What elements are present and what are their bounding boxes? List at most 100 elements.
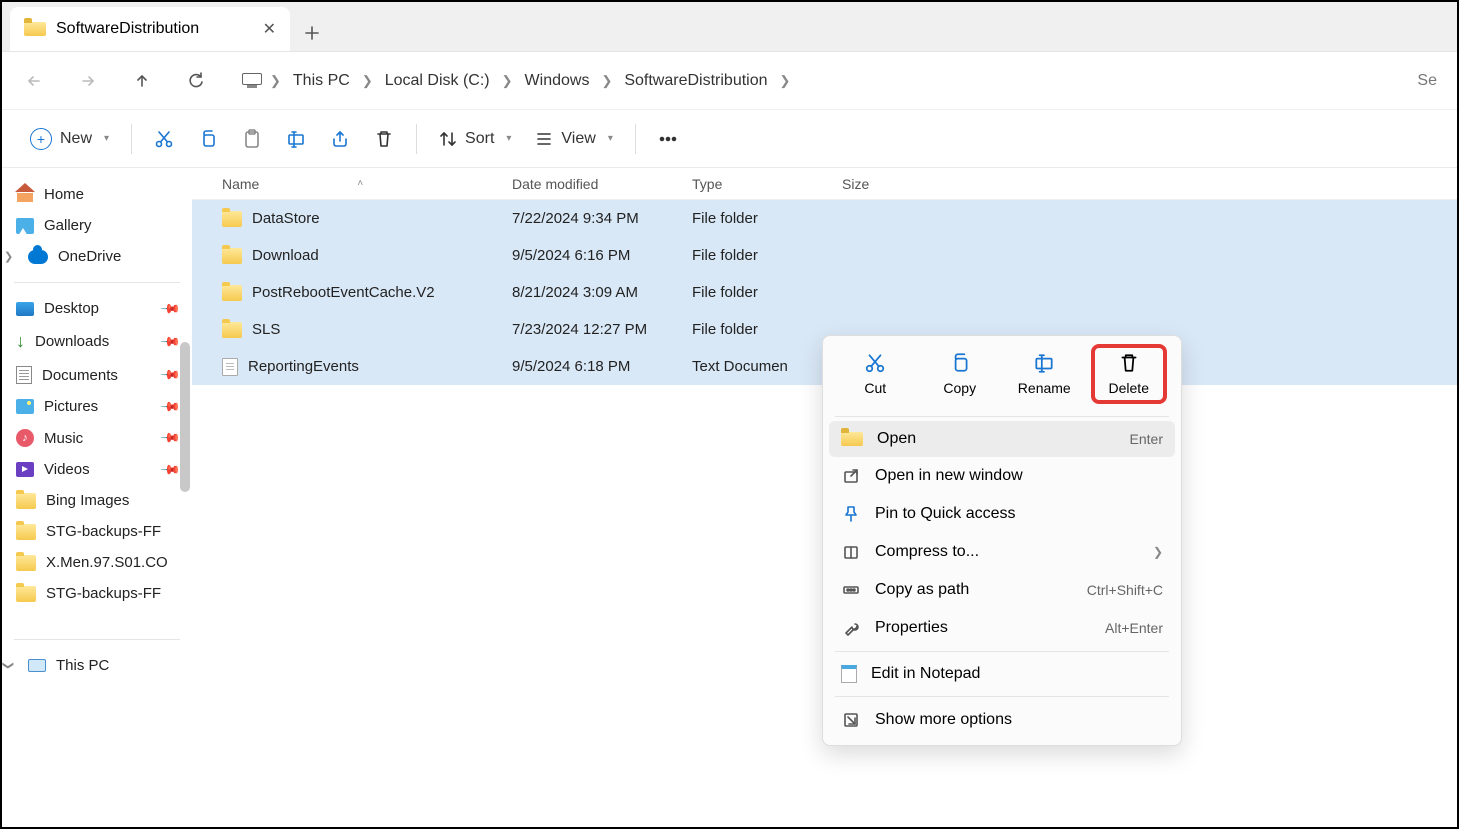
divider <box>14 282 180 283</box>
folder-open-icon <box>24 22 46 36</box>
sidebar-stg-backups-1[interactable]: STG-backups-FF <box>8 516 186 547</box>
forward-button[interactable] <box>72 65 104 97</box>
paste-button[interactable] <box>230 121 274 157</box>
sidebar-videos[interactable]: Videos📌 <box>8 454 186 485</box>
sidebar-onedrive[interactable]: ❯OneDrive <box>8 241 186 272</box>
separator <box>635 124 636 154</box>
chevron-right-icon[interactable]: ❯ <box>601 73 612 89</box>
file-name: ReportingEvents <box>248 358 359 375</box>
up-button[interactable] <box>126 65 158 97</box>
new-window-icon <box>841 466 861 486</box>
sidebar-music[interactable]: ♪Music📌 <box>8 422 186 454</box>
context-cut[interactable]: Cut <box>839 346 911 402</box>
header-name[interactable]: Name˄ <box>192 176 512 192</box>
sidebar-desktop[interactable]: Desktop📌 <box>8 293 186 324</box>
sidebar-xmen[interactable]: X.Men.97.S01.CO <box>8 547 186 578</box>
context-actions-row: Cut Copy Rename Delete <box>829 342 1175 412</box>
file-row[interactable]: DataStore7/22/2024 9:34 PMFile folder <box>192 200 1457 237</box>
cloud-icon <box>28 250 48 264</box>
context-delete[interactable]: Delete <box>1093 346 1165 402</box>
column-headers: Name˄ Date modified Type Size <box>192 168 1457 200</box>
close-tab-icon[interactable]: ✕ <box>263 19 276 39</box>
context-menu: Cut Copy Rename Delete OpenEnter Open in… <box>822 335 1182 746</box>
sort-asc-icon: ˄ <box>357 178 363 189</box>
file-row[interactable]: Download9/5/2024 6:16 PMFile folder <box>192 237 1457 274</box>
delete-button[interactable] <box>362 121 406 157</box>
chevron-right-icon[interactable]: ❯ <box>502 73 513 89</box>
context-rename[interactable]: Rename <box>1008 346 1080 402</box>
scrollbar[interactable] <box>180 342 190 492</box>
context-copy-path[interactable]: Copy as pathCtrl+Shift+C <box>829 571 1175 609</box>
file-name: SLS <box>252 321 280 338</box>
header-size[interactable]: Size <box>842 176 942 192</box>
pin-icon: 📌 <box>159 297 182 320</box>
crumb-this-pc[interactable]: This PC <box>289 70 354 92</box>
music-icon: ♪ <box>16 429 34 447</box>
share-button[interactable] <box>318 121 362 157</box>
file-date: 9/5/2024 6:18 PM <box>512 358 692 375</box>
search-input[interactable]: Se <box>1417 72 1441 90</box>
file-row[interactable]: PostRebootEventCache.V28/21/2024 3:09 AM… <box>192 274 1457 311</box>
context-pin-quick-access[interactable]: Pin to Quick access <box>829 495 1175 533</box>
file-name: DataStore <box>252 210 320 227</box>
chevron-down-icon[interactable]: ❯ <box>2 661 15 670</box>
new-tab-button[interactable] <box>294 15 330 51</box>
more-button[interactable] <box>646 121 690 157</box>
rename-button[interactable] <box>274 121 318 157</box>
content-area: Home Gallery ❯OneDrive Desktop📌 ↓Downloa… <box>2 168 1457 827</box>
file-type: File folder <box>692 284 842 301</box>
sidebar-home[interactable]: Home <box>8 178 186 210</box>
pc-icon[interactable] <box>242 73 262 88</box>
sidebar-stg-backups-2[interactable]: STG-backups-FF <box>8 578 186 609</box>
file-type: File folder <box>692 210 842 227</box>
file-date: 7/23/2024 12:27 PM <box>512 321 692 338</box>
chevron-right-icon[interactable]: ❯ <box>780 73 791 89</box>
gallery-icon <box>16 218 34 234</box>
cut-button[interactable] <box>142 121 186 157</box>
video-icon <box>16 462 34 477</box>
home-icon <box>16 185 34 203</box>
context-show-more[interactable]: Show more options <box>829 701 1175 739</box>
divider <box>14 639 180 640</box>
context-compress[interactable]: Compress to...❯ <box>829 533 1175 571</box>
context-copy[interactable]: Copy <box>924 346 996 402</box>
compress-icon <box>841 542 861 562</box>
sort-button[interactable]: Sort▾ <box>427 121 523 157</box>
document-icon <box>16 366 32 384</box>
sidebar-pictures[interactable]: Pictures📌 <box>8 391 186 422</box>
nav-bar: ❯ This PC ❯ Local Disk (C:) ❯ Windows ❯ … <box>2 52 1457 110</box>
folder-icon <box>222 248 242 264</box>
sidebar-documents[interactable]: Documents📌 <box>8 359 186 391</box>
context-edit-notepad[interactable]: Edit in Notepad <box>829 656 1175 692</box>
chevron-right-icon[interactable]: ❯ <box>270 73 281 89</box>
crumb-software-distribution[interactable]: SoftwareDistribution <box>620 70 771 92</box>
back-button[interactable] <box>18 65 50 97</box>
sidebar-gallery[interactable]: Gallery <box>8 210 186 241</box>
file-name: PostRebootEventCache.V2 <box>252 284 435 301</box>
sidebar-bing-images[interactable]: Bing Images <box>8 485 186 516</box>
tab-active[interactable]: SoftwareDistribution ✕ <box>10 7 290 51</box>
sidebar-this-pc[interactable]: ❯This PC <box>8 650 186 681</box>
pin-icon: 📌 <box>159 330 182 353</box>
header-type[interactable]: Type <box>692 176 842 192</box>
refresh-button[interactable] <box>180 65 212 97</box>
view-button[interactable]: View▾ <box>523 121 624 157</box>
plus-circle-icon: + <box>30 128 52 150</box>
folder-open-icon <box>841 432 863 446</box>
sidebar-downloads[interactable]: ↓Downloads📌 <box>8 324 186 359</box>
pin-icon <box>841 504 861 524</box>
file-type: Text Documen <box>692 358 842 375</box>
context-open-new-window[interactable]: Open in new window <box>829 457 1175 495</box>
chevron-right-icon[interactable]: ❯ <box>4 250 13 263</box>
copy-button[interactable] <box>186 121 230 157</box>
chevron-right-icon[interactable]: ❯ <box>362 73 373 89</box>
context-properties[interactable]: PropertiesAlt+Enter <box>829 609 1175 647</box>
new-button[interactable]: +New▾ <box>18 121 121 157</box>
crumb-windows[interactable]: Windows <box>521 70 594 92</box>
context-open[interactable]: OpenEnter <box>829 421 1175 457</box>
menu-separator <box>835 696 1169 697</box>
crumb-local-disk[interactable]: Local Disk (C:) <box>381 70 494 92</box>
pc-icon <box>28 659 46 672</box>
header-date[interactable]: Date modified <box>512 176 692 192</box>
more-icon <box>841 710 861 730</box>
